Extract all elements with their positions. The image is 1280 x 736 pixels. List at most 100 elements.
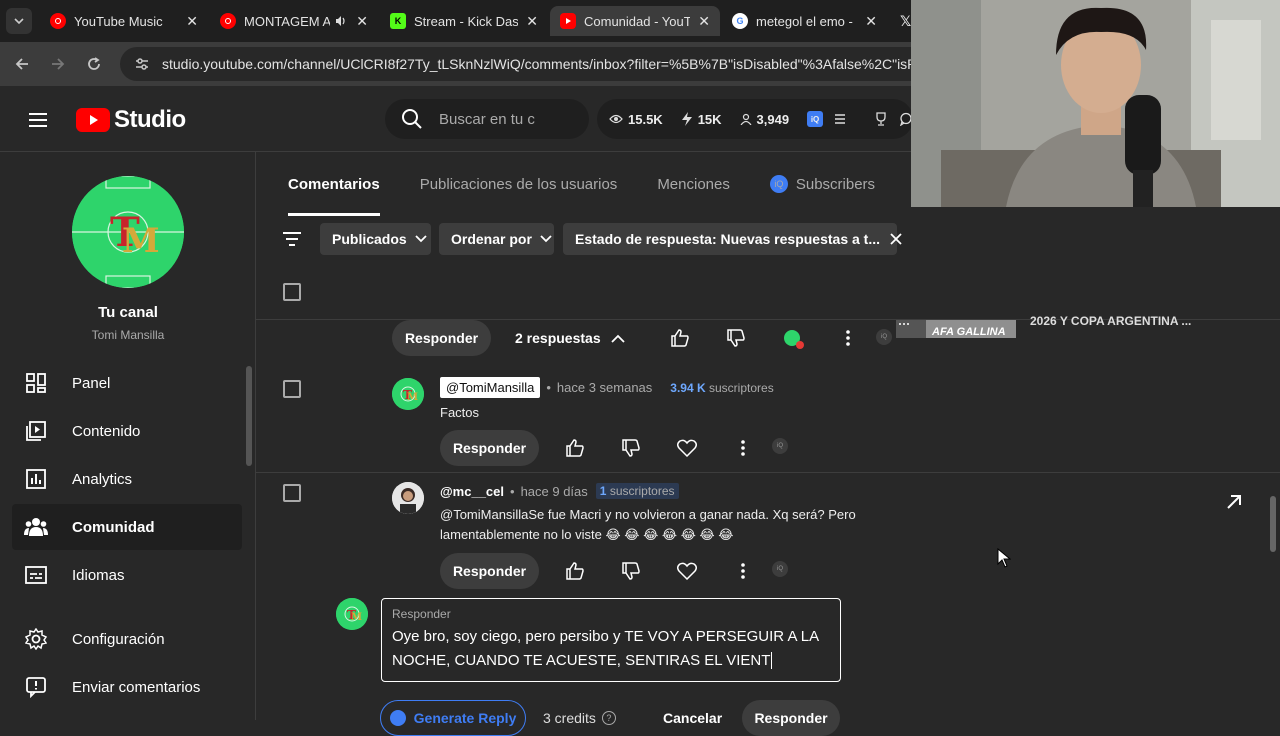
avatar[interactable] bbox=[392, 482, 424, 514]
button-label: Cancelar bbox=[663, 710, 723, 726]
comment-checkbox[interactable] bbox=[283, 484, 301, 502]
channel-avatar[interactable]: T M bbox=[72, 176, 184, 288]
filter-icon[interactable] bbox=[282, 230, 302, 253]
youtube-icon bbox=[560, 13, 576, 29]
sidebar-item-content[interactable]: Contenido bbox=[12, 408, 242, 454]
reply-textarea[interactable]: Responder Oye bro, soy ciego, pero persi… bbox=[381, 598, 841, 682]
published-filter[interactable]: Publicados bbox=[320, 223, 431, 255]
bolt-icon bbox=[681, 112, 693, 126]
dislike-icon[interactable] bbox=[617, 434, 645, 462]
subs-badge: 3.94 K suscriptores bbox=[666, 380, 777, 396]
bullet: • bbox=[510, 483, 515, 499]
open-in-new-icon[interactable] bbox=[1224, 492, 1244, 517]
cancel-button[interactable]: Cancelar bbox=[663, 700, 722, 736]
tab-search-button[interactable] bbox=[6, 8, 32, 34]
author-name[interactable]: @TomiMansilla bbox=[440, 377, 541, 398]
list-icon[interactable] bbox=[834, 113, 846, 125]
content-scrollbar[interactable] bbox=[1270, 496, 1276, 552]
site-info-icon[interactable] bbox=[134, 56, 150, 72]
sidebar-scrollbar[interactable] bbox=[246, 366, 252, 466]
heart-icon[interactable] bbox=[673, 434, 701, 462]
sidebar-item-label: Analytics bbox=[72, 470, 133, 488]
browser-tab[interactable]: YouTube Music ✕ bbox=[40, 6, 208, 36]
svg-text:M: M bbox=[407, 392, 418, 403]
svg-text:AFA GALLINA: AFA GALLINA bbox=[931, 326, 1006, 338]
trophy-icon[interactable] bbox=[874, 112, 888, 126]
speaker-icon[interactable] bbox=[334, 14, 348, 28]
sidebar-item-feedback[interactable]: Enviar comentarios bbox=[12, 664, 242, 710]
tab-subscribers[interactable]: iQ Subscribers bbox=[750, 152, 895, 216]
chip-label: Publicados bbox=[332, 231, 407, 247]
dislike-icon[interactable] bbox=[617, 557, 645, 585]
reply-status-filter[interactable]: Estado de respuesta: Nuevas respuestas a… bbox=[563, 223, 902, 255]
comment-checkbox[interactable] bbox=[283, 380, 301, 398]
sidebar-item-panel[interactable]: Panel bbox=[12, 360, 242, 406]
sidebar-item-label: Enviar comentarios bbox=[72, 678, 201, 696]
channel-title[interactable]: Tu canal bbox=[0, 304, 256, 321]
reply-button[interactable]: Responder bbox=[440, 553, 539, 589]
more-options-icon[interactable] bbox=[729, 434, 757, 462]
sidebar-item-settings[interactable]: Configuración bbox=[12, 616, 242, 662]
vidiq-mini-icon[interactable]: iQ bbox=[772, 438, 788, 454]
subs-count: 1 bbox=[599, 484, 607, 498]
submit-reply-button[interactable]: Responder bbox=[742, 700, 840, 736]
tab-user-posts[interactable]: Publicaciones de los usuarios bbox=[400, 152, 638, 216]
community-tabs: Comentarios Publicaciones de los usuario… bbox=[256, 152, 911, 216]
avatar[interactable]: TM bbox=[392, 378, 424, 410]
close-tab-icon[interactable]: ✕ bbox=[186, 13, 198, 30]
reload-icon[interactable] bbox=[76, 46, 112, 82]
browser-tab[interactable]: G metegol el emo - ✕ bbox=[722, 6, 887, 36]
author-name[interactable]: @mc__cel bbox=[440, 484, 504, 499]
like-icon[interactable] bbox=[561, 434, 589, 462]
back-icon[interactable] bbox=[4, 46, 40, 82]
generate-reply-button[interactable]: Generate Reply bbox=[380, 700, 526, 736]
select-all-checkbox[interactable] bbox=[283, 283, 301, 301]
like-icon[interactable] bbox=[666, 324, 694, 352]
more-options-icon[interactable] bbox=[729, 557, 757, 585]
sidebar-item-languages[interactable]: Idiomas bbox=[12, 552, 242, 598]
close-tab-icon[interactable]: ✕ bbox=[698, 13, 710, 30]
reply-button[interactable]: Responder bbox=[440, 430, 539, 466]
chevron-up-icon bbox=[610, 330, 625, 346]
comment-text: @TomiMansillaSe fue Macri y no volvieron… bbox=[440, 507, 856, 542]
button-label: Responder bbox=[754, 710, 828, 726]
sidebar-item-analytics[interactable]: Analytics bbox=[12, 456, 242, 502]
browser-tab-active[interactable]: Comunidad - YouT ✕ bbox=[550, 6, 720, 36]
community-icon bbox=[24, 515, 48, 539]
more-options-icon[interactable] bbox=[834, 324, 862, 352]
like-icon[interactable] bbox=[561, 557, 589, 585]
video-title[interactable]: 2026 Y COPA ARGENTINA ... bbox=[1030, 314, 1191, 328]
vidiq-mini-icon[interactable]: iQ bbox=[772, 561, 788, 577]
comment-time[interactable]: hace 9 días bbox=[521, 484, 588, 499]
close-icon[interactable] bbox=[890, 233, 902, 245]
search-placeholder: Buscar en tu c bbox=[439, 110, 535, 128]
browser-tab[interactable]: MONTAGEM A ✕ bbox=[210, 6, 378, 36]
tab-mentions[interactable]: Menciones bbox=[637, 152, 750, 216]
comment-time[interactable]: hace 3 semanas bbox=[557, 380, 652, 395]
search-input[interactable]: Buscar en tu c bbox=[385, 99, 589, 139]
sidebar-item-community[interactable]: Comunidad bbox=[12, 504, 242, 550]
browser-tab[interactable]: K Stream - Kick Dash ✕ bbox=[380, 6, 548, 36]
menu-icon[interactable] bbox=[26, 108, 50, 132]
close-tab-icon[interactable]: ✕ bbox=[526, 13, 538, 30]
dislike-icon[interactable] bbox=[722, 324, 750, 352]
button-label: Responder bbox=[404, 330, 479, 346]
close-tab-icon[interactable]: ✕ bbox=[356, 13, 368, 30]
tab-comments[interactable]: Comentarios bbox=[256, 152, 400, 216]
google-icon: G bbox=[732, 13, 748, 29]
vidiq-mini-icon[interactable]: iQ bbox=[876, 329, 892, 345]
replies-toggle[interactable]: 2 respuestas bbox=[515, 330, 625, 346]
reply-label: Responder bbox=[392, 607, 451, 621]
reply-button[interactable]: Responder bbox=[392, 320, 491, 356]
subs-label: suscriptores bbox=[609, 484, 675, 498]
video-thumbnail[interactable]: AFA GALLINA bbox=[896, 320, 1016, 338]
studio-logo[interactable]: Studio bbox=[76, 106, 186, 134]
heart-icon[interactable] bbox=[673, 557, 701, 585]
sort-filter[interactable]: Ordenar por bbox=[439, 223, 554, 255]
channel-stats-widget[interactable]: 15.5K 15K 3,949 iQ bbox=[597, 99, 913, 139]
help-icon[interactable]: ? bbox=[601, 711, 616, 725]
forward-icon[interactable] bbox=[40, 46, 76, 82]
close-tab-icon[interactable]: ✕ bbox=[865, 13, 877, 30]
vidiq-icon[interactable]: iQ bbox=[807, 111, 824, 127]
creator-heart-icon[interactable] bbox=[778, 324, 806, 352]
